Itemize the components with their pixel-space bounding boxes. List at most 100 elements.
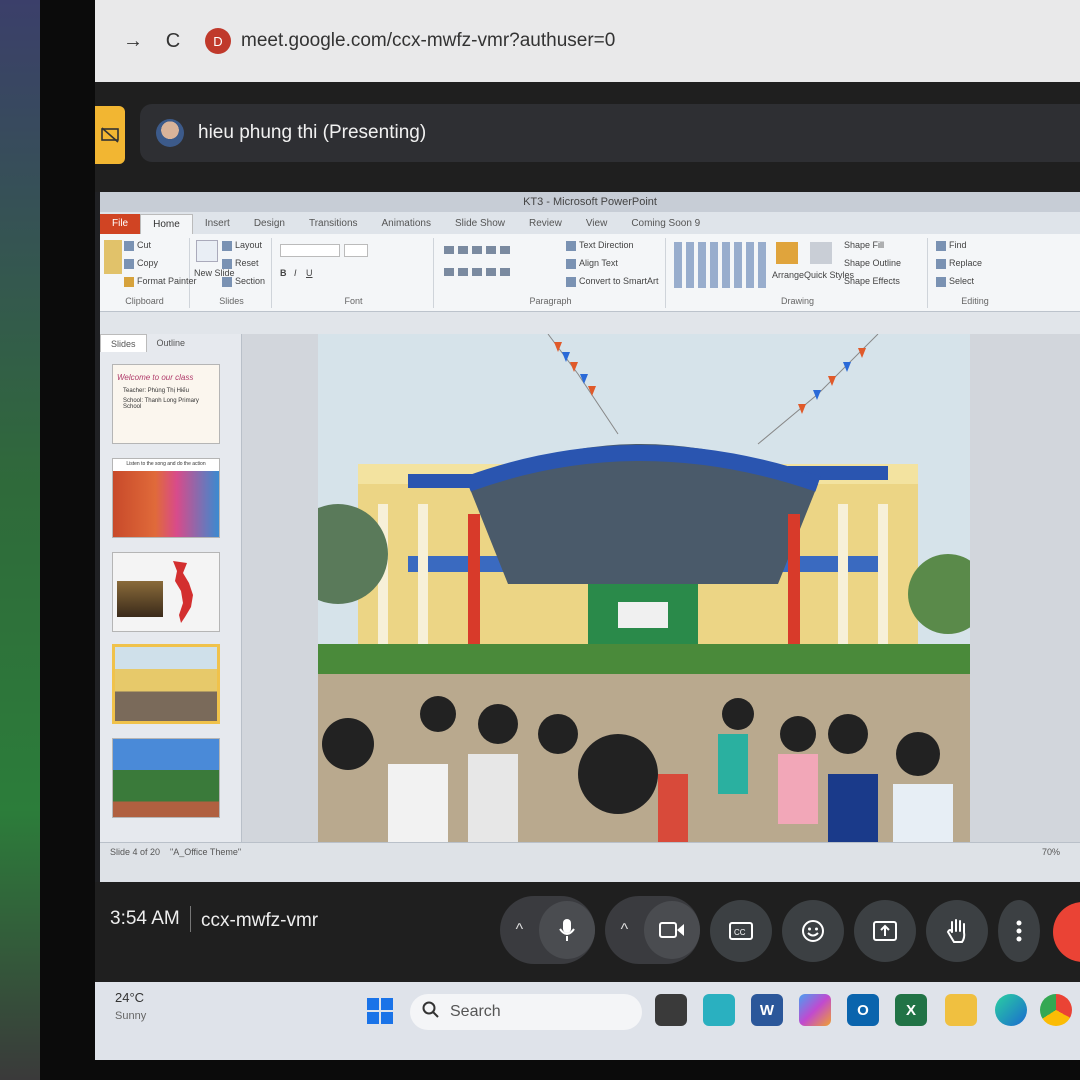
select-button[interactable]: Select [936,276,974,287]
group-paragraph: Text Direction Align Text Convert to Sma… [436,238,666,308]
mic-control-group: ^ [500,896,595,964]
edge-icon[interactable] [995,994,1027,1026]
thumb3-photo [117,581,163,617]
font-name-field[interactable] [280,244,340,257]
address-bar[interactable]: D meet.google.com/ccx-mwfz-vmr?authuser=… [205,28,615,54]
select-icon [936,276,946,287]
text-direction-icon [566,240,576,251]
present-off-icon [101,127,119,143]
find-icon [936,240,946,251]
raise-hand-button[interactable] [926,900,988,962]
weather-temperature[interactable]: 24°C [115,990,144,1005]
slide-thumb-5[interactable] [112,738,220,818]
bold-button[interactable]: B [280,268,287,278]
shapes-gallery[interactable] [674,242,766,288]
weather-description: Sunny [115,1010,147,1022]
file-explorer-icon[interactable] [945,994,977,1026]
windows-start-icon[interactable] [367,998,393,1024]
font-size-field[interactable] [344,244,368,257]
tab-design[interactable]: Design [242,214,297,234]
monitor-bezel [40,0,100,1080]
widgets-icon[interactable] [703,994,735,1026]
word-icon[interactable]: W [751,994,783,1026]
format-painter-button[interactable]: Format Painter [124,276,197,287]
slides-label: Slides [219,296,244,306]
end-call-button[interactable] [1053,902,1080,962]
excel-icon[interactable]: X [895,994,927,1026]
new-slide-icon[interactable] [196,240,218,262]
camera-options-chevron[interactable]: ^ [605,921,644,939]
present-now-button[interactable] [854,900,916,962]
current-slide[interactable] [318,334,970,854]
convert-label: Convert to SmartArt [579,276,659,286]
find-button[interactable]: Find [936,240,967,251]
tab-animations[interactable]: Animations [370,214,443,234]
slide-thumb-4[interactable] [112,644,220,724]
tab-outline-panel[interactable]: Outline [147,334,196,352]
thumb4-image [115,647,217,721]
quick-styles-icon[interactable] [810,242,832,264]
search-icon [422,1001,440,1024]
shared-powerpoint-window: KT3 - Microsoft PowerPoint File Home Ins… [100,192,1080,882]
tab-slide-show[interactable]: Slide Show [443,214,517,234]
layout-button[interactable]: Layout [222,240,262,251]
slide-thumb-1[interactable]: Welcome to our class Teacher: Phùng Thị … [112,364,220,444]
shape-outline-button[interactable]: Shape Outline [844,258,901,268]
underline-button[interactable]: U [306,268,313,278]
text-direction-label: Text Direction [579,240,634,250]
task-view-icon[interactable] [655,994,687,1026]
cut-button[interactable]: Cut [124,240,151,251]
group-font: B I U Font [274,238,434,308]
mic-button[interactable] [538,901,595,959]
reload-icon: C [165,29,181,52]
more-options-button[interactable] [998,900,1040,962]
zoom-level[interactable]: 70% [1042,847,1060,857]
camera-button[interactable] [643,901,700,959]
thumb1-title: Welcome to our class [117,373,194,382]
tab-view[interactable]: View [574,214,620,234]
convert-smartart-button[interactable]: Convert to SmartArt [566,276,659,287]
cut-label: Cut [137,240,152,250]
emoji-button[interactable] [782,900,844,962]
tab-insert[interactable]: Insert [193,214,242,234]
camera-icon [658,922,684,938]
shape-fill-button[interactable]: Shape Fill [844,240,884,250]
site-info-icon[interactable]: D [205,28,231,54]
list-buttons[interactable] [444,246,514,254]
copy-button[interactable]: Copy [124,258,158,269]
arrange-icon[interactable] [776,242,798,264]
captions-button[interactable]: CC [710,900,772,962]
tab-slides-panel[interactable]: Slides [100,334,147,352]
tab-file[interactable]: File [100,214,141,234]
separator [190,906,191,932]
stop-presenting-button[interactable] [95,106,125,164]
vietnam-map-icon [173,561,193,623]
tab-home[interactable]: Home [140,214,193,234]
taskbar-search[interactable]: Search [410,994,642,1030]
reset-button[interactable]: Reset [222,258,259,269]
shape-effects-button[interactable]: Shape Effects [844,276,900,286]
align-text-button[interactable]: Align Text [566,258,618,269]
section-button[interactable]: Section [222,276,265,287]
align-buttons[interactable] [444,268,514,276]
tab-transitions[interactable]: Transitions [297,214,370,234]
outlook-icon[interactable]: O [847,994,879,1026]
tab-review[interactable]: Review [517,214,574,234]
tab-coming-soon[interactable]: Coming Soon 9 [619,214,712,234]
reload-button[interactable]: C [155,23,191,59]
presenter-label: hieu phung thi (Presenting) [198,122,427,143]
align-text-icon [566,258,576,269]
slide-thumb-2[interactable]: Listen to the song and do the action [112,458,220,538]
text-direction-button[interactable]: Text Direction [566,240,634,251]
copilot-icon[interactable] [799,994,831,1026]
replace-button[interactable]: Replace [936,258,982,269]
mic-options-chevron[interactable]: ^ [500,921,539,939]
chrome-icon[interactable] [1040,994,1072,1026]
screen: → C D meet.google.com/ccx-mwfz-vmr?authu… [95,0,1080,1060]
mic-icon [559,919,575,941]
forward-button[interactable]: → [115,23,151,59]
smartart-icon [566,276,576,287]
slide-thumb-3[interactable] [112,552,220,632]
paste-icon[interactable] [104,240,122,274]
italic-button[interactable]: I [294,268,297,278]
